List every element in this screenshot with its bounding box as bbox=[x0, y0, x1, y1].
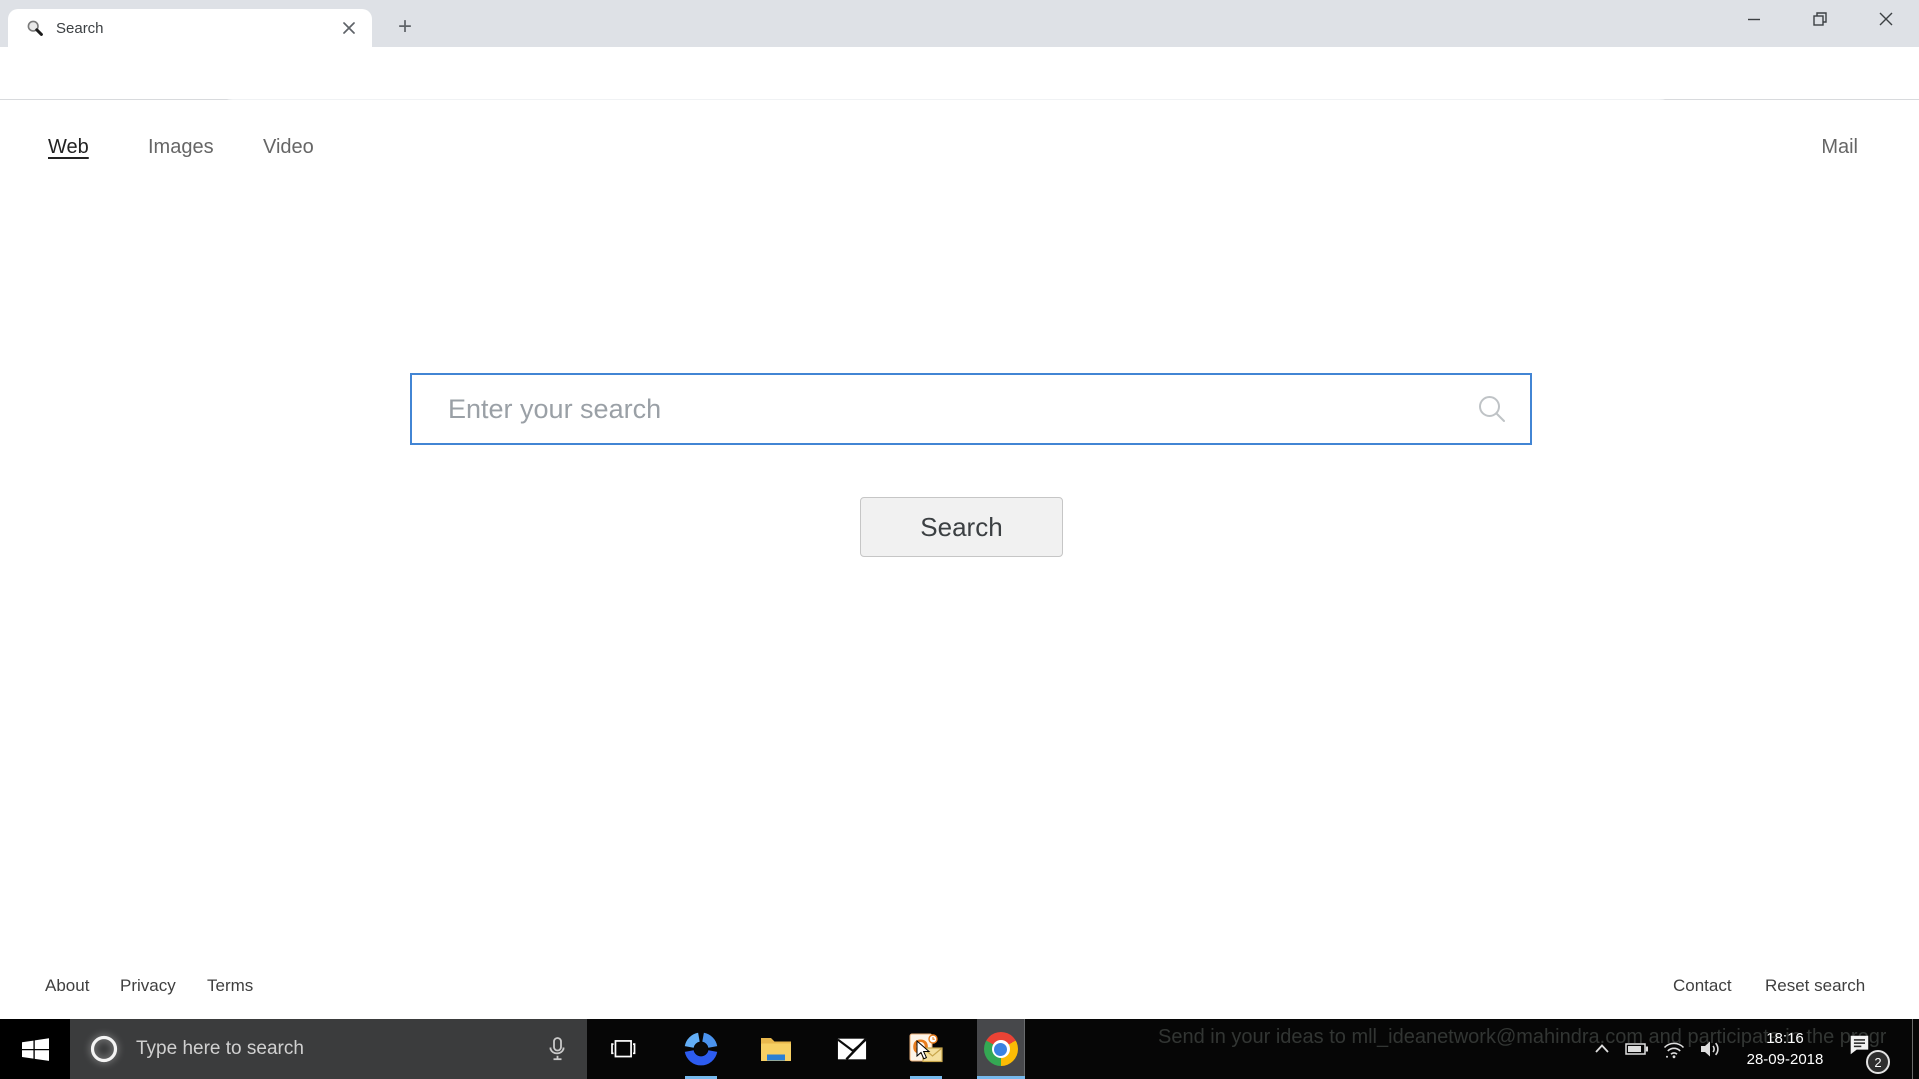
cortana-icon[interactable] bbox=[88, 1033, 120, 1065]
taskbar-search-box[interactable] bbox=[70, 1019, 587, 1079]
tab-title: Search bbox=[56, 20, 340, 37]
show-desktop-button[interactable] bbox=[1912, 1019, 1919, 1079]
taskbar-app-mail[interactable] bbox=[828, 1019, 876, 1079]
taskbar-app-blue-suite[interactable] bbox=[677, 1019, 725, 1079]
footer-link-terms[interactable]: Terms bbox=[207, 976, 253, 996]
window-controls bbox=[1721, 0, 1919, 38]
clock-date: 28-09-2018 bbox=[1723, 1049, 1847, 1070]
mail-icon bbox=[835, 1034, 869, 1064]
task-view-button[interactable] bbox=[599, 1019, 647, 1079]
nav-link-images[interactable]: Images bbox=[148, 136, 214, 159]
taskbar-app-chrome[interactable] bbox=[977, 1019, 1025, 1079]
tab-favicon-magnifier-icon bbox=[26, 19, 44, 37]
chrome-icon bbox=[984, 1032, 1018, 1066]
window-close-button[interactable] bbox=[1853, 0, 1919, 38]
outlook-icon: O bbox=[908, 1031, 944, 1067]
nav-link-web[interactable]: Web bbox=[48, 136, 89, 159]
wifi-icon[interactable] bbox=[1661, 1019, 1687, 1079]
battery-icon[interactable] bbox=[1624, 1019, 1650, 1079]
nav-link-mail[interactable]: Mail bbox=[1821, 136, 1858, 159]
search-magnifier-icon bbox=[1476, 393, 1508, 425]
taskbar-app-outlook[interactable]: O bbox=[902, 1019, 950, 1079]
footer-link-reset-search[interactable]: Reset search bbox=[1765, 976, 1865, 996]
tab-close-icon[interactable] bbox=[340, 19, 358, 37]
search-button[interactable]: Search bbox=[860, 497, 1063, 557]
clock-time: 18:16 bbox=[1723, 1028, 1847, 1049]
search-input[interactable] bbox=[412, 375, 1476, 443]
taskbar-clock[interactable]: 18:16 28-09-2018 bbox=[1723, 1028, 1847, 1070]
volume-icon[interactable] bbox=[1697, 1019, 1723, 1079]
tray-chevron-icon[interactable] bbox=[1592, 1019, 1612, 1079]
browser-toolbar: Not secure go.adicococo.com G bbox=[0, 47, 1919, 100]
footer-link-privacy[interactable]: Privacy bbox=[120, 976, 176, 996]
browser-tab[interactable]: Search bbox=[8, 9, 372, 47]
windows-taskbar: O Send in your ideas to mll_ideanetwork@… bbox=[0, 1019, 1919, 1079]
desktop-screen: Search + bbox=[0, 0, 1919, 1079]
nav-link-video[interactable]: Video bbox=[263, 136, 314, 159]
new-tab-button[interactable]: + bbox=[389, 14, 421, 42]
microphone-icon[interactable] bbox=[545, 1036, 569, 1062]
taskbar-app-file-explorer[interactable] bbox=[752, 1019, 800, 1079]
windows-logo-icon bbox=[22, 1036, 49, 1063]
blue-suite-app-icon bbox=[683, 1031, 719, 1067]
footer-link-contact[interactable]: Contact bbox=[1673, 976, 1732, 996]
window-restore-button[interactable] bbox=[1787, 0, 1853, 38]
window-minimize-button[interactable] bbox=[1721, 0, 1787, 38]
task-view-icon bbox=[609, 1035, 637, 1063]
webpage: Web Images Video Mail Search About Priva… bbox=[0, 100, 1919, 1019]
start-button[interactable] bbox=[0, 1019, 70, 1079]
notification-badge: 2 bbox=[1866, 1050, 1890, 1074]
file-explorer-icon bbox=[758, 1032, 794, 1066]
search-box bbox=[410, 373, 1532, 445]
taskbar-search-input[interactable] bbox=[136, 1038, 545, 1060]
browser-tab-strip: Search + bbox=[0, 0, 1919, 47]
footer-link-about[interactable]: About bbox=[45, 976, 89, 996]
